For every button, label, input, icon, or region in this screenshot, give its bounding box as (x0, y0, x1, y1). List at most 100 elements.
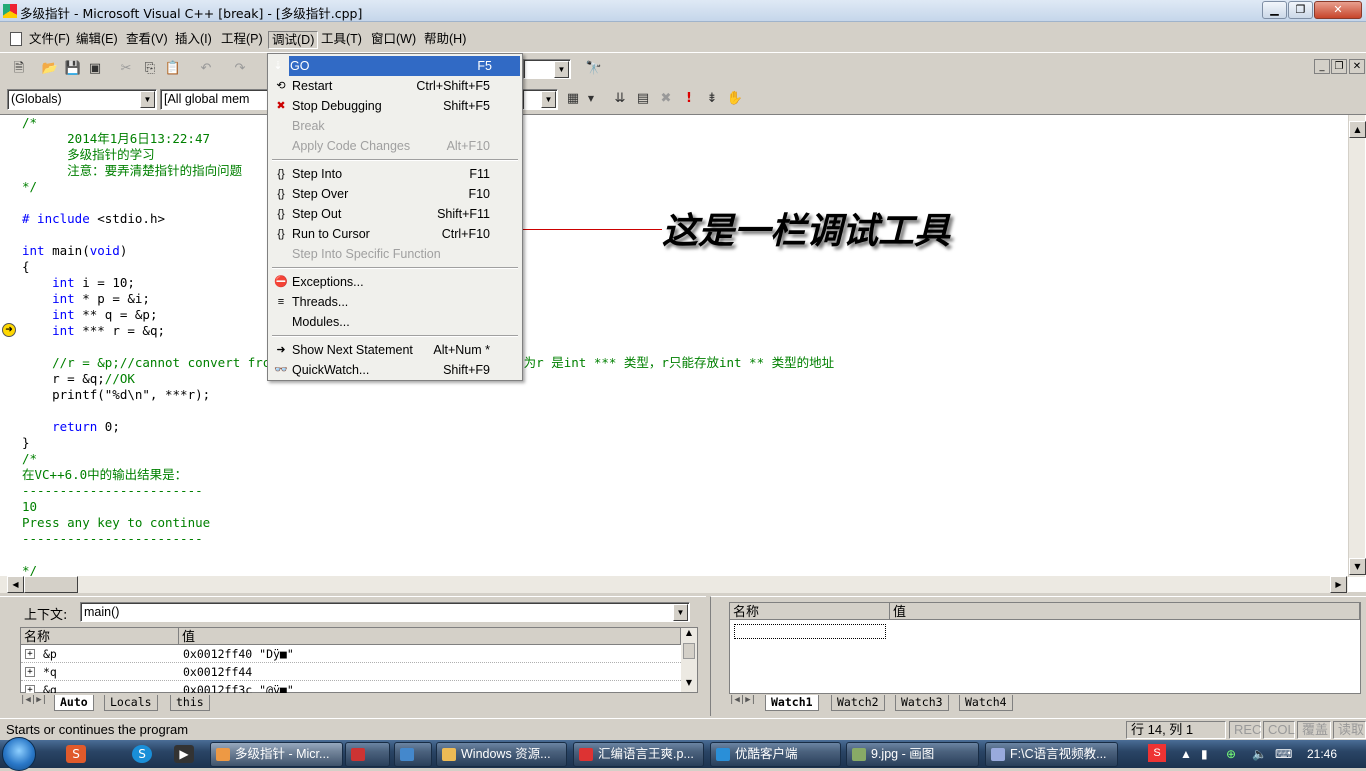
paste-icon[interactable]: 📋 (163, 59, 183, 79)
tray-ime-icon[interactable]: ⌨ (1275, 740, 1292, 768)
scroll-up-button[interactable]: ▲ (1349, 121, 1366, 138)
menu-project[interactable]: 工程(P) (218, 31, 266, 49)
variable-row[interactable]: + &q 0x0012ff3c "@ÿ■" (21, 681, 681, 693)
debug-menu-item-break[interactable]: Break (270, 116, 520, 136)
debug-menu-item-step-out[interactable]: {} Step Out Shift+F11 (270, 204, 520, 224)
tab-locals[interactable]: Locals (104, 695, 158, 711)
tray-app-icon[interactable]: S (1148, 744, 1166, 762)
members-combo[interactable]: [All global mem (160, 89, 268, 110)
scroll-down-button[interactable]: ▼ (1349, 558, 1366, 575)
debug-menu-item-apply-code-changes[interactable]: Apply Code Changes Alt+F10 (270, 136, 520, 156)
debug-menu-item-show-next-statement[interactable]: ➜ Show Next Statement Alt+Num * (270, 340, 520, 360)
expand-icon[interactable]: + (25, 685, 35, 693)
go-icon[interactable]: ⇟ (702, 89, 722, 109)
cut-icon[interactable]: ✂ (116, 59, 136, 79)
menu-edit[interactable]: 编辑(E) (73, 31, 121, 49)
menu-help[interactable]: 帮助(H) (421, 31, 469, 49)
new-text-file-icon[interactable]: 🗎 (9, 59, 29, 79)
tray-expand-icon[interactable]: ▲ (1180, 740, 1192, 768)
context-combo[interactable]: main() ▼ (80, 602, 690, 622)
tab-watch3[interactable]: Watch3 (895, 695, 949, 711)
tab-watch4[interactable]: Watch4 (959, 695, 1013, 711)
expand-icon[interactable]: + (25, 667, 35, 677)
debug-menu-item-stop-debugging[interactable]: ✖ Stop Debugging Shift+F5 (270, 96, 520, 116)
expand-icon[interactable]: + (25, 649, 35, 659)
execute-icon[interactable]: ! (679, 89, 699, 109)
debug-menu-item-step-over[interactable]: {} Step Over F10 (270, 184, 520, 204)
menu-tools[interactable]: 工具(T) (318, 31, 365, 49)
watch-col-name: 名称 (730, 603, 890, 620)
save-all-icon[interactable]: ▣ (85, 59, 105, 79)
scroll-left-button[interactable]: ◀ (7, 576, 24, 593)
quicklaunch-media-icon[interactable]: ▶ (174, 745, 194, 763)
maximize-button[interactable]: ❐ (1288, 1, 1313, 19)
taskbar-button[interactable]: 优酷客户端 (710, 742, 841, 767)
undo-icon[interactable]: ↶ (196, 59, 216, 79)
save-icon[interactable]: 💾 (63, 59, 83, 79)
debug-menu-item-step-into-specific-function[interactable]: Step Into Specific Function (270, 244, 520, 264)
tab-auto[interactable]: Auto (54, 695, 94, 711)
variables-scroll-up[interactable]: ▲ (681, 628, 697, 642)
variables-scroll-down[interactable]: ▼ (681, 678, 697, 692)
code-editor[interactable]: ➜ /* 2014年1月6日13:22:47 多级指针的学习 注意：要弄清楚指针… (0, 114, 1366, 593)
tab-this[interactable]: this (170, 695, 210, 711)
variables-panel: 上下文: main() ▼ 名称 值 + &p 0x0012ff40 "Dÿ■" + *q… (0, 596, 706, 716)
status-col: COL (1263, 721, 1295, 739)
scroll-right-button[interactable]: ▶ (1330, 576, 1347, 593)
close-button[interactable]: ✕ (1314, 1, 1362, 19)
menu-window[interactable]: 窗口(W) (368, 31, 419, 49)
menu-file[interactable]: 文件(F) (26, 31, 73, 49)
tray-device-icon[interactable]: ▮ (1201, 740, 1208, 768)
start-button[interactable] (2, 737, 36, 771)
menu-view[interactable]: 查看(V) (123, 31, 171, 49)
taskbar-button[interactable]: 多级指针 - Micr... (210, 742, 343, 767)
copy-icon[interactable]: ⎘ (140, 59, 160, 79)
stop-build-icon[interactable]: ✖ (656, 89, 676, 109)
scope-combo[interactable]: (Globals) ▼ (7, 89, 157, 110)
debug-menu-item-quickwatch[interactable]: 👓 QuickWatch... Shift+F9 (270, 360, 520, 380)
tab-watch1[interactable]: Watch1 (765, 695, 819, 711)
debug-menu-item-step-into[interactable]: {} Step Into F11 (270, 164, 520, 184)
open-icon[interactable]: 📂 (40, 59, 60, 79)
taskbar-button[interactable] (345, 742, 390, 767)
taskbar-clock[interactable]: 21:46 (1307, 740, 1337, 768)
taskbar-button[interactable]: Windows 资源... (436, 742, 567, 767)
members-combo-arrow[interactable]: ▼ (522, 89, 558, 110)
tab-scroll-arrows[interactable]: |◀|▶| (20, 695, 47, 705)
debug-menu-item-modules[interactable]: Modules... (270, 312, 520, 332)
find-combo[interactable]: ▼ (523, 59, 571, 79)
horizontal-scroll-thumb[interactable] (24, 576, 78, 593)
breakpoint-hand-icon[interactable]: ✋ (725, 89, 745, 109)
editor-horizontal-scrollbar[interactable]: ◀ ▶ (0, 576, 1348, 593)
compile-icon[interactable]: ⇊ (610, 89, 630, 109)
variable-row[interactable]: + *q 0x0012ff44 (21, 663, 681, 681)
debug-menu-item-run-to-cursor[interactable]: {} Run to Cursor Ctrl+F10 (270, 224, 520, 244)
quicklaunch-browser-icon[interactable]: S (132, 745, 152, 763)
wizard-dropdown-icon[interactable]: ▼ (581, 89, 601, 109)
quicklaunch-app-icon[interactable]: S (66, 745, 86, 763)
taskbar-button[interactable]: 9.jpg - 画图 (846, 742, 979, 767)
menu-debug[interactable]: 调试(D) (268, 31, 319, 49)
tab-watch2[interactable]: Watch2 (831, 695, 885, 711)
debug-menu-item-restart[interactable]: ⟲ Restart Ctrl+Shift+F5 (270, 76, 520, 96)
tray-volume-icon[interactable]: 🔈 (1252, 740, 1267, 768)
build-icon[interactable]: ▤ (633, 89, 653, 109)
taskbar-button[interactable]: F:\C语言视频教... (985, 742, 1118, 767)
minimize-button[interactable]: ▁ (1262, 1, 1287, 19)
watch-tab-scroll-arrows[interactable]: |◀|▶| (729, 695, 756, 705)
redo-icon[interactable]: ↷ (230, 59, 250, 79)
find-in-files-icon[interactable]: 🔭 (584, 59, 604, 79)
variables-scroll-thumb[interactable] (683, 643, 695, 659)
debug-menu-item-exceptions[interactable]: ⛔ Exceptions... (270, 272, 520, 292)
tray-network-icon[interactable]: ⊕ (1226, 740, 1236, 768)
menu-insert[interactable]: 插入(I) (172, 31, 215, 49)
taskbar-button[interactable] (394, 742, 432, 767)
taskbar-button[interactable]: 汇编语言王爽.p... (573, 742, 704, 767)
watch-new-entry[interactable] (734, 624, 886, 639)
debug-menu-item-go[interactable]: ⇣ GO F5 (273, 56, 520, 76)
debug-menu-item-threads[interactable]: ≡ Threads... (270, 292, 520, 312)
wizard-action-icon[interactable]: ▦ (563, 89, 583, 109)
variables-scrollbar[interactable]: ▲ ▼ (681, 628, 697, 692)
variable-row[interactable]: + &p 0x0012ff40 "Dÿ■" (21, 645, 681, 663)
editor-vertical-scrollbar[interactable]: ▲ ▼ (1348, 115, 1366, 577)
